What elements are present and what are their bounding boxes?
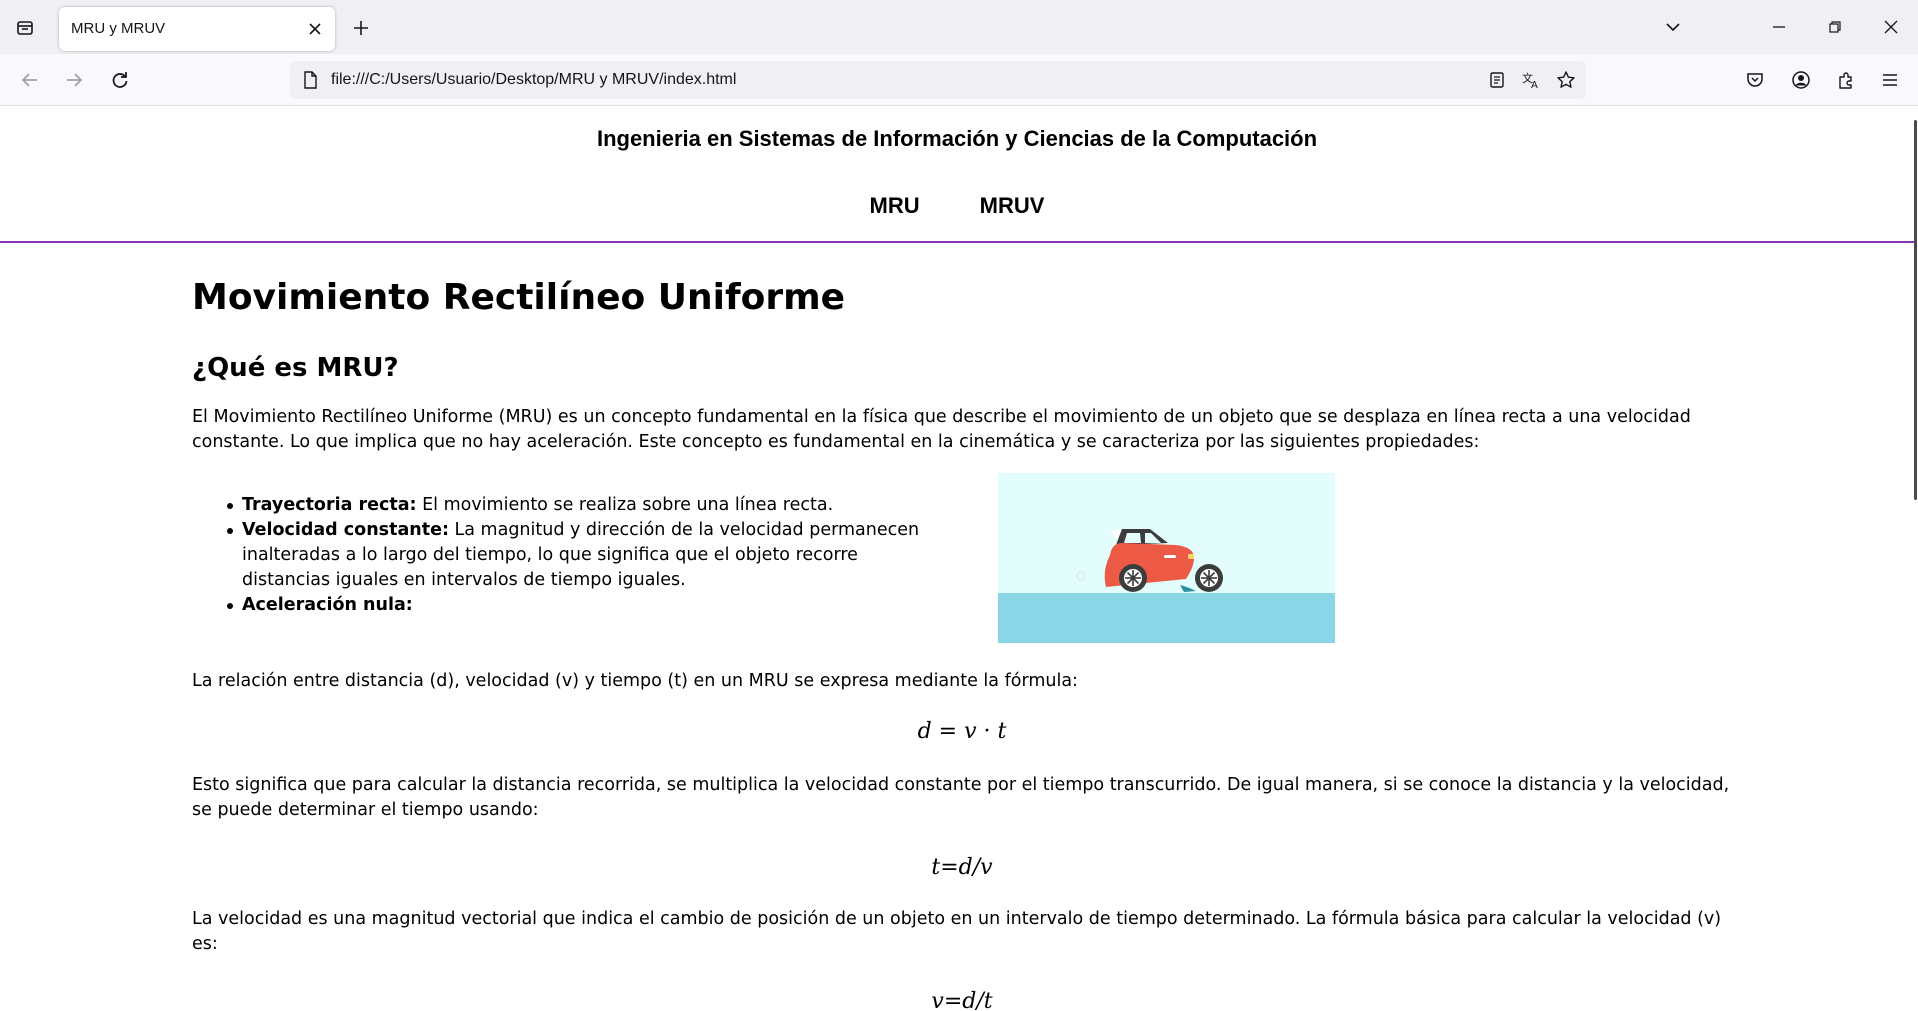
site-title: Ingenieria en Sistemas de Información y … bbox=[596, 126, 1318, 151]
reader-view-icon[interactable] bbox=[1485, 68, 1509, 92]
feature-desc: El movimiento se realiza sobre una línea… bbox=[416, 495, 834, 515]
restore-icon[interactable] bbox=[1817, 10, 1853, 44]
feature-term: Aceleración nula: bbox=[242, 595, 413, 615]
scrollbar-thumb[interactable] bbox=[1914, 120, 1917, 500]
bookmark-star-icon[interactable] bbox=[1554, 68, 1578, 92]
velocity-paragraph: La velocidad es una magnitud vectorial q… bbox=[192, 909, 1722, 954]
feature-term: Trayectoria recta: bbox=[242, 495, 417, 515]
page-title: Movimiento Rectilíneo Uniforme bbox=[192, 277, 846, 318]
address-bar[interactable]: file:///C:/Users/Usuario/Desktop/MRU y M… bbox=[290, 61, 1586, 99]
main-content: Movimiento Rectilíneo Uniforme ¿Qué es M… bbox=[192, 278, 1732, 1011]
page-viewport: Ingenieria en Sistemas de Información y … bbox=[0, 106, 1918, 1011]
formula-distance: d = v · t bbox=[917, 719, 1007, 744]
account-icon[interactable] bbox=[1785, 64, 1817, 96]
list-item: Velocidad constante: La magnitud y direc… bbox=[227, 518, 932, 593]
list-all-tabs-icon[interactable] bbox=[1655, 10, 1691, 44]
new-tab-icon[interactable] bbox=[347, 14, 375, 42]
page-scrollbar[interactable] bbox=[1912, 106, 1918, 1011]
nav-link-mruv[interactable]: MRUV bbox=[980, 193, 1045, 219]
reload-icon[interactable] bbox=[104, 64, 136, 96]
features-section: Trayectoria recta: El movimiento se real… bbox=[192, 473, 1732, 643]
url-text[interactable]: file:///C:/Users/Usuario/Desktop/MRU y M… bbox=[331, 71, 736, 89]
svg-text:A: A bbox=[1531, 80, 1538, 90]
site-nav: MRU MRUV bbox=[0, 193, 1914, 219]
menu-icon[interactable] bbox=[1874, 64, 1906, 96]
list-item: Aceleración nula: bbox=[227, 593, 932, 618]
forward-icon[interactable] bbox=[58, 64, 90, 96]
formula-velocity: v=d/t bbox=[931, 989, 993, 1011]
feature-term: Velocidad constante: bbox=[242, 520, 449, 540]
intro-paragraph: El Movimiento Rectilíneo Uniforme (MRU) … bbox=[192, 407, 1691, 452]
tab-title: MRU y MRUV bbox=[71, 20, 166, 37]
site-header: Ingenieria en Sistemas de Información y … bbox=[0, 106, 1914, 243]
page-icon bbox=[300, 70, 320, 90]
extensions-icon[interactable] bbox=[1830, 64, 1862, 96]
section-heading: ¿Qué es MRU? bbox=[192, 353, 399, 383]
formula-time: t=d/v bbox=[931, 855, 993, 880]
close-window-icon[interactable] bbox=[1873, 10, 1909, 44]
browser-tab[interactable]: MRU y MRUV bbox=[59, 7, 335, 51]
explanation-paragraph: Esto significa que para calcular la dist… bbox=[192, 775, 1730, 820]
features-list: Trayectoria recta: El movimiento se real… bbox=[227, 493, 932, 618]
list-item: Trayectoria recta: El movimiento se real… bbox=[227, 493, 932, 518]
car-animation-image bbox=[998, 473, 1335, 643]
minimize-icon[interactable] bbox=[1761, 10, 1797, 44]
pocket-icon[interactable] bbox=[1739, 64, 1771, 96]
translate-icon[interactable]: 文A bbox=[1519, 68, 1543, 92]
nav-link-mru[interactable]: MRU bbox=[870, 193, 920, 219]
tab-strip: MRU y MRUV bbox=[0, 0, 1918, 54]
formula-intro-paragraph: La relación entre distancia (d), velocid… bbox=[192, 671, 1078, 691]
navigation-toolbar: file:///C:/Users/Usuario/Desktop/MRU y M… bbox=[0, 54, 1918, 106]
back-icon[interactable] bbox=[14, 64, 46, 96]
tab-overview-icon[interactable] bbox=[10, 13, 40, 43]
close-tab-icon[interactable] bbox=[303, 17, 327, 41]
